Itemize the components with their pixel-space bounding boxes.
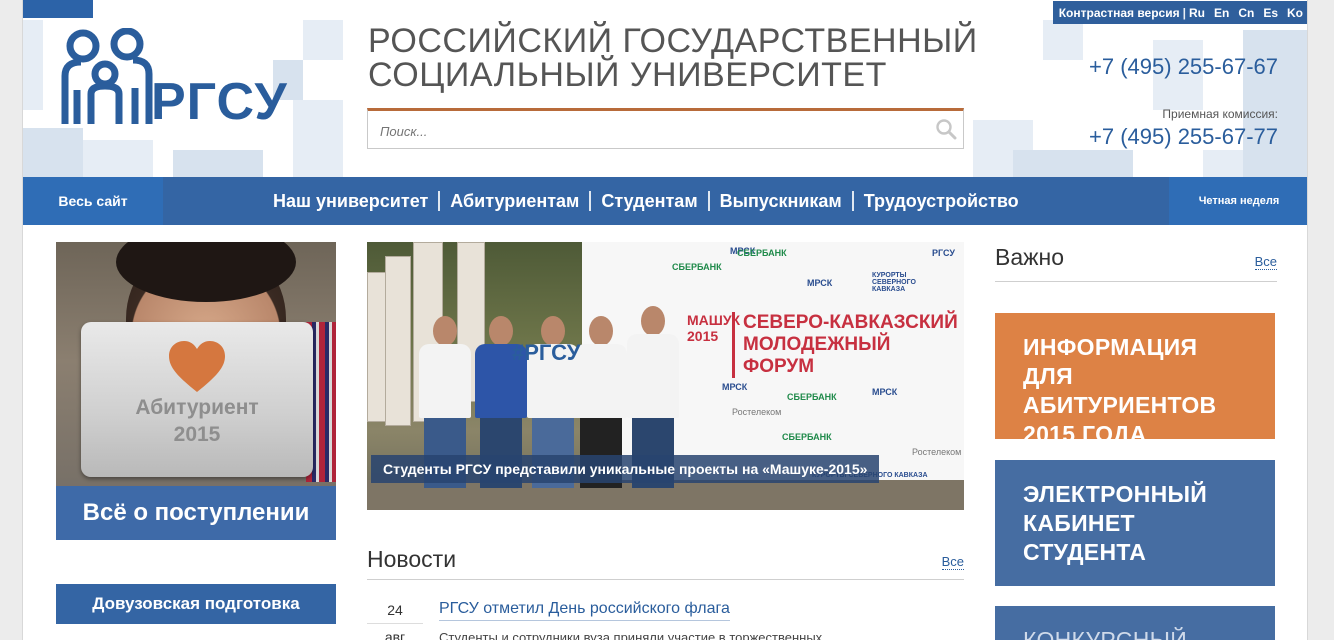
header-mosaic [173, 150, 263, 177]
top-accent-strip [23, 0, 93, 18]
tile-line: 2015 ГОДА [1023, 421, 1147, 447]
tile-line: СТУДЕНТА [1023, 539, 1147, 565]
news-item-text: Студенты и сотрудники вуза приняли участ… [439, 630, 823, 640]
news-date-month: авг [384, 629, 406, 640]
lang-separator: | [1182, 5, 1186, 20]
banner-title-line-1: СЕВЕРО-КАВКАЗСКИЙ [743, 312, 958, 333]
header-mosaic [293, 100, 343, 177]
nav-item-university[interactable]: Наш университет [263, 191, 441, 211]
banner-logo: МРСК [722, 382, 748, 392]
title-line-1: РОССИЙСКИЙ ГОСУДАРСТВЕННЫЙ [368, 22, 978, 60]
main-nav: Весь сайт Наш университет Абитуриентам С… [23, 177, 1307, 225]
header-mosaic [23, 128, 83, 177]
promo-laptop-line-2: 2015 [173, 423, 221, 446]
search-input[interactable] [380, 119, 920, 143]
admission-label: Приемная комиссия: [1162, 107, 1278, 121]
university-logo[interactable]: РГСУ [59, 27, 289, 131]
news-item-title[interactable]: РГСУ отметил День российского флага [439, 600, 730, 621]
header-mosaic [83, 140, 153, 177]
photo-hashtag-sign: #РГСУ [512, 340, 581, 365]
tile-line: ИНФОРМАЦИЯ [1023, 334, 1198, 360]
banner-title-line-2: МОЛОДЕЖНЫЙ ФОРУМ [743, 334, 891, 377]
search-box [367, 108, 964, 149]
phone-admission[interactable]: +7 (495) 255-67-77 [1089, 124, 1278, 150]
promo-label[interactable]: Всё о поступлении [56, 486, 336, 540]
tile-line: КАБИНЕТ [1023, 510, 1135, 536]
banner-logo: КУРОРТЫ СЕВЕРНОГО КАВКАЗА [872, 272, 916, 293]
admission-promo-banner[interactable]: Абитуриент 2015 Всё о поступлении [56, 242, 336, 540]
nav-item-students[interactable]: Студентам [591, 191, 710, 211]
news-date: 24 авг [367, 597, 423, 640]
header-mosaic [1013, 150, 1133, 177]
photo-caption[interactable]: Студенты РГСУ представили уникальные про… [371, 455, 880, 483]
banner-logo: РГСУ [932, 248, 955, 258]
promo-laptop: Абитуриент 2015 [81, 322, 313, 477]
photo-exhibit-panel [385, 256, 411, 426]
news-date-day: 24 [367, 597, 423, 624]
tile-line: КОНКУРСНЫЙ [1023, 627, 1188, 640]
news-title: Новости [367, 546, 457, 572]
banner-logo: СБЕРБАНК [787, 392, 837, 402]
nav-item-employment[interactable]: Трудоустройство [854, 191, 1029, 211]
banner-logo: МРСК [872, 387, 898, 397]
promo-laptop-text: Абитуриент 2015 [81, 394, 313, 448]
featured-news-photo[interactable]: МРСК СБЕРБАНК МРСК КУРОРТЫ СЕВЕРНОГО КАВ… [367, 242, 964, 510]
promo-laptop-line-1: Абитуриент [135, 396, 259, 419]
news-all-link[interactable]: Все [941, 554, 964, 570]
lang-ko-link[interactable]: Ko [1287, 6, 1303, 20]
header-mosaic [1243, 30, 1307, 177]
header-mosaic [23, 20, 43, 110]
logo-figures-icon [61, 27, 153, 124]
nav-item-applicants[interactable]: Абитуриентам [440, 191, 592, 211]
phone-main[interactable]: +7 (495) 255-67-67 [1089, 54, 1278, 80]
competition-tile[interactable]: КОНКУРСНЫЙ [995, 606, 1275, 640]
news-section-header: Новости Все [367, 546, 964, 580]
university-title: РОССИЙСКИЙ ГОСУДАРСТВЕННЫЙ СОЦИАЛЬНЫЙ УН… [368, 24, 1008, 92]
important-title: Важно [995, 244, 1065, 270]
lang-en-link[interactable]: En [1214, 6, 1229, 20]
whole-site-button[interactable]: Весь сайт [23, 177, 163, 225]
applicants-info-tile[interactable]: ИНФОРМАЦИЯ ДЛЯ АБИТУРИЕНТОВ 2015 ГОДА [995, 313, 1275, 447]
lang-ru-link[interactable]: Ru [1189, 6, 1205, 20]
banner-logo: СБЕРБАНК [737, 248, 787, 258]
nav-item-graduates[interactable]: Выпускникам [710, 191, 854, 211]
site-header: Контрастная версия | Ru En Cn Es Ko РГСУ… [23, 0, 1307, 177]
nav-menu: Наш университет Абитуриентам Студентам В… [263, 177, 1029, 225]
contrast-version-link[interactable]: Контрастная версия [1059, 6, 1180, 20]
banner-logo: Ростелеком [732, 407, 782, 417]
title-line-2: СОЦИАЛЬНЫЙ УНИВЕРСИТЕТ [368, 56, 887, 94]
important-all-link[interactable]: Все [1254, 254, 1277, 270]
lang-es-link[interactable]: Es [1263, 6, 1278, 20]
banner-logo: СБЕРБАНК [782, 432, 832, 442]
logo-text: РГСУ [151, 73, 288, 131]
page: Контрастная версия | Ru En Cn Es Ko РГСУ… [22, 0, 1308, 640]
banner-title: СЕВЕРО-КАВКАЗСКИЙ МОЛОДЕЖНЫЙ ФОРУМ [732, 312, 964, 378]
header-mosaic [1043, 20, 1083, 60]
tile-line: ДЛЯ АБИТУРИЕНТОВ [1023, 363, 1217, 418]
banner-logo: МРСК [807, 278, 833, 288]
week-parity: Четная неделя [1169, 177, 1307, 225]
student-cabinet-tile[interactable]: ЭЛЕКТРОННЫЙ КАБИНЕТ СТУДЕНТА [995, 460, 1275, 586]
lang-cn-link[interactable]: Cn [1238, 6, 1254, 20]
pre-university-prep-button[interactable]: Довузовская подготовка [56, 584, 336, 624]
header-mosaic [1203, 150, 1243, 177]
header-mosaic [303, 20, 343, 60]
language-bar: Контрастная версия | Ru En Cn Es Ko [1052, 1, 1307, 24]
search-icon[interactable] [935, 118, 957, 140]
important-section-header: Важно Все [995, 244, 1277, 282]
banner-logo: Ростелеком [912, 447, 962, 457]
banner-logo: СБЕРБАНК [672, 262, 722, 272]
heart-icon [169, 341, 225, 392]
tile-line: ЭЛЕКТРОННЫЙ [1023, 481, 1208, 507]
